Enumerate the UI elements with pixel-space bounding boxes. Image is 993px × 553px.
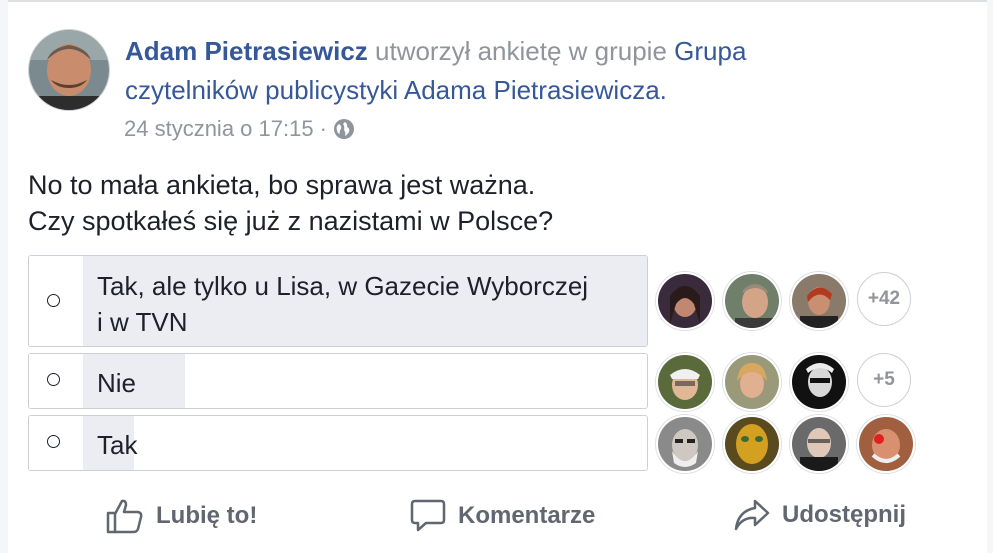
share-icon [734, 499, 770, 531]
meta-separator: · [319, 116, 327, 141]
poll-option-label: Tak [97, 430, 138, 460]
voter-avatars: +5 [656, 353, 911, 411]
radio-button[interactable] [47, 373, 60, 386]
poll-radio-cell[interactable] [29, 354, 84, 408]
voter-avatars: +42 [656, 272, 911, 330]
voter-avatar[interactable] [723, 353, 781, 411]
post-meta: 24 stycznia o 17:15 · [124, 114, 355, 144]
voter-avatar[interactable] [656, 272, 714, 330]
post-timestamp-link[interactable]: 24 stycznia o 17:15 [124, 114, 314, 144]
voter-avatar[interactable] [790, 415, 848, 473]
group-name-link[interactable]: Grupa [674, 36, 746, 66]
poll-option-box[interactable]: Tak [28, 415, 648, 471]
poll-option-box[interactable]: Tak, ale tylko u Lisa, w Gazecie Wyborcz… [28, 255, 648, 347]
post-header: Adam Pietrasiewicz utworzył ankietę w gr… [125, 32, 825, 110]
voter-avatar[interactable] [656, 415, 714, 473]
thumbs-up-icon [106, 499, 143, 534]
poll-option-label-line: i w TVN [97, 307, 188, 337]
comment-icon [410, 499, 446, 532]
group-name-suffix: . [659, 75, 667, 105]
group-name-link-cont[interactable]: czytelników publicystyki Adama Pietrasie… [125, 75, 660, 105]
more-voters-button[interactable]: +42 [857, 272, 911, 326]
poll-radio-cell[interactable] [29, 256, 84, 346]
more-voters-button[interactable]: +5 [857, 353, 911, 407]
voter-avatars [656, 415, 915, 473]
like-button[interactable]: Lubię to! [106, 498, 257, 534]
poll-option-label: Tak, ale tylko u Lisa, w Gazecie Wyborcz… [97, 268, 635, 340]
poll-option-label-line: Tak, ale tylko u Lisa, w Gazecie Wyborcz… [97, 271, 589, 301]
voter-avatar[interactable] [656, 353, 714, 411]
post-text-line: Czy spotkałeś się już z nazistami w Pols… [28, 206, 554, 236]
author-avatar[interactable] [28, 29, 110, 111]
comment-button[interactable]: Komentarze [410, 498, 595, 534]
poll-option[interactable]: Tak [28, 415, 928, 473]
comment-label: Komentarze [458, 502, 596, 529]
voter-avatar[interactable] [790, 272, 848, 330]
post-actions-bar: Lubię to! Komentarze Udostępnij [8, 490, 987, 546]
voter-avatar[interactable] [723, 415, 781, 473]
radio-button[interactable] [47, 435, 60, 448]
post-action-text: utworzył ankietę w grupie [367, 36, 675, 66]
share-button[interactable]: Udostępnij [734, 498, 906, 532]
post-body: No to mała ankieta, bo sprawa jest ważna… [28, 167, 928, 239]
poll-radio-cell[interactable] [29, 416, 84, 470]
poll-option[interactable]: Nie +5 [28, 353, 928, 411]
share-label: Udostępnij [782, 501, 906, 528]
radio-button[interactable] [47, 294, 60, 307]
voter-avatar[interactable] [857, 415, 915, 473]
poll-option-box[interactable]: Nie [28, 353, 648, 409]
author-name-link[interactable]: Adam Pietrasiewicz [125, 36, 368, 66]
globe-icon[interactable] [333, 118, 355, 140]
post-text-line: No to mała ankieta, bo sprawa jest ważna… [28, 170, 536, 200]
poll-option-label: Nie [97, 368, 137, 398]
like-label: Lubię to! [156, 502, 258, 529]
post-card: Adam Pietrasiewicz utworzył ankietę w gr… [8, 0, 987, 553]
poll-option[interactable]: Tak, ale tylko u Lisa, w Gazecie Wyborcz… [28, 255, 928, 347]
voter-avatar[interactable] [790, 353, 848, 411]
voter-avatar[interactable] [723, 272, 781, 330]
